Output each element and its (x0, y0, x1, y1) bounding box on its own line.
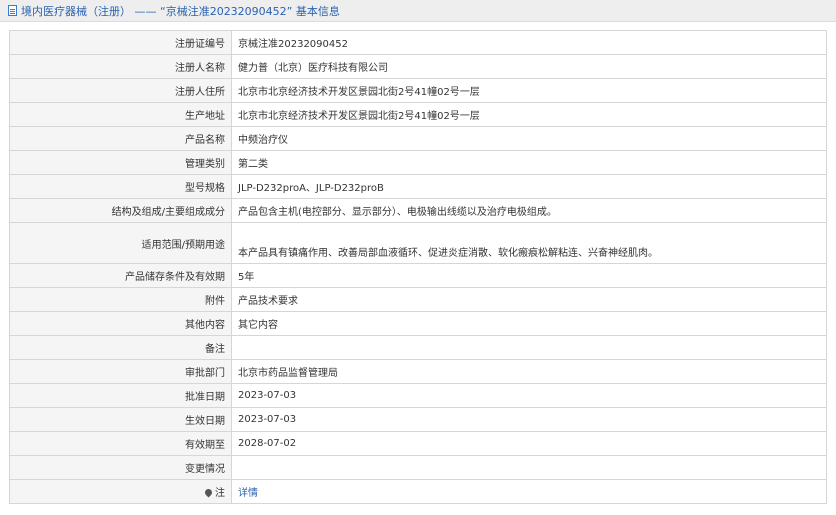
note-label: 注 (215, 488, 225, 499)
pin-icon (203, 487, 214, 497)
field-value: 第二类 (231, 150, 827, 175)
document-icon (8, 5, 17, 16)
field-label: 生效日期 (9, 407, 232, 432)
note-value-cell: 详情 (231, 479, 827, 504)
field-label: 管理类别 (9, 150, 232, 175)
field-value (231, 335, 827, 360)
table-row: 注册人住所 北京市北京经济技术开发区景园北街2号41幢02号一层 (9, 78, 827, 103)
table-row: 产品储存条件及有效期 5年 (9, 263, 827, 288)
field-label: 型号规格 (9, 174, 232, 199)
field-label: 产品储存条件及有效期 (9, 263, 232, 288)
field-value: 北京市北京经济技术开发区景园北街2号41幢02号一层 (231, 102, 827, 127)
table-row: 产品名称 中频治疗仪 (9, 126, 827, 151)
field-label: 注册人名称 (9, 54, 232, 79)
field-value (231, 455, 827, 480)
field-value: JLP-D232proA、JLP-D232proB (231, 174, 827, 199)
table-row: 型号规格 JLP-D232proA、JLP-D232proB (9, 174, 827, 199)
field-value: 北京市药品监督管理局 (231, 359, 827, 384)
table-row: 备注 (9, 335, 827, 360)
field-label: 注册人住所 (9, 78, 232, 103)
field-label: 有效期至 (9, 431, 232, 456)
field-label: 其他内容 (9, 311, 232, 336)
field-value: 京械注准20232090452 (231, 30, 827, 55)
table-row: 生效日期 2023-07-03 (9, 407, 827, 432)
field-label: 附件 (9, 287, 232, 312)
table-row: 结构及组成/主要组成成分 产品包含主机(电控部分、显示部分）、电极输出线缆以及治… (9, 198, 827, 223)
field-label: 生产地址 (9, 102, 232, 127)
page-title: 境内医疗器械（注册） —— “京械注准20232090452” 基本信息 (21, 4, 340, 18)
table-row: 管理类别 第二类 (9, 150, 827, 175)
field-value: 北京市北京经济技术开发区景园北街2号41幢02号一层 (231, 78, 827, 103)
table-row: 审批部门 北京市药品监督管理局 (9, 359, 827, 384)
field-value: 产品包含主机(电控部分、显示部分）、电极输出线缆以及治疗电极组成。 (231, 198, 827, 223)
table-row: 附件 产品技术要求 (9, 287, 827, 312)
field-label: 注册证编号 (9, 30, 232, 55)
table-row: 注册证编号 京械注准20232090452 (9, 30, 827, 55)
field-label: 产品名称 (9, 126, 232, 151)
field-label: 结构及组成/主要组成成分 (9, 198, 232, 223)
field-label: 备注 (9, 335, 232, 360)
field-value: 2023-07-03 (231, 383, 827, 408)
field-value: 本产品具有镇痛作用、改善局部血液循环、促进炎症消散、软化瘢痕松解粘连、兴奋神经肌… (231, 222, 827, 264)
field-value: 5年 (231, 263, 827, 288)
details-link[interactable]: 详情 (238, 488, 258, 499)
table-row: 变更情况 (9, 455, 827, 480)
table-row: 生产地址 北京市北京经济技术开发区景园北街2号41幢02号一层 (9, 102, 827, 127)
field-value: 2023-07-03 (231, 407, 827, 432)
table-row: 有效期至 2028-07-02 (9, 431, 827, 456)
field-value: 产品技术要求 (231, 287, 827, 312)
field-value: 2028-07-02 (231, 431, 827, 456)
note-row: 注 详情 (9, 479, 827, 504)
table-row: 批准日期 2023-07-03 (9, 383, 827, 408)
field-label: 审批部门 (9, 359, 232, 384)
page-header: 境内医疗器械（注册） —— “京械注准20232090452” 基本信息 (0, 0, 836, 22)
field-value: 健力普（北京）医疗科技有限公司 (231, 54, 827, 79)
table-row: 注册人名称 健力普（北京）医疗科技有限公司 (9, 54, 827, 79)
field-label: 适用范围/预期用途 (9, 222, 232, 264)
field-value: 其它内容 (231, 311, 827, 336)
table-row: 适用范围/预期用途 本产品具有镇痛作用、改善局部血液循环、促进炎症消散、软化瘢痕… (9, 222, 827, 264)
table-row: 其他内容 其它内容 (9, 311, 827, 336)
note-label-cell: 注 (9, 479, 232, 504)
field-label: 变更情况 (9, 455, 232, 480)
device-info-table: 注册证编号 京械注准20232090452 注册人名称 健力普（北京）医疗科技有… (9, 30, 827, 504)
field-value: 中频治疗仪 (231, 126, 827, 151)
field-label: 批准日期 (9, 383, 232, 408)
